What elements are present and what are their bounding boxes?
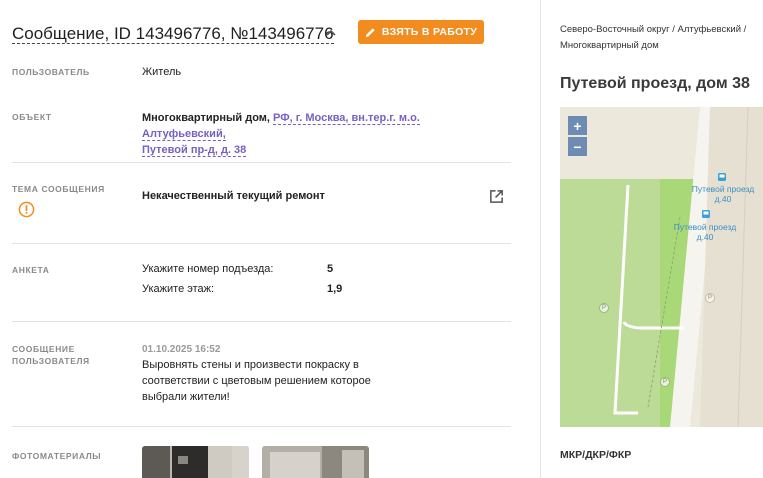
object-info-panel: Северо-Восточный округ / Алтуфьевский / … — [540, 0, 763, 478]
object-value: Многоквартирный дом, РФ, г. Москва, вн.т… — [142, 110, 502, 158]
message-date: 01.10.2025 16:52 — [142, 344, 221, 355]
message-title[interactable]: Сообщение, ID 143496776, №143496776 — [12, 24, 334, 44]
object-address-link-2[interactable]: Путевой пр-д, д. 38 — [142, 144, 247, 157]
message-label-line2: ПОЛЬЗОВАТЕЛЯ — [12, 356, 90, 366]
bus-stop-label: Путевой проезд д.40 — [667, 222, 743, 242]
survey-question: Укажите номер подъезда: — [142, 263, 274, 275]
take-to-work-label: ВЗЯТЬ В РАБОТУ — [381, 26, 478, 38]
survey-question: Укажите этаж: — [142, 283, 215, 295]
bus-stop-name: Путевой проезд — [691, 184, 755, 194]
topic-value: Некачественный текущий ремонт — [142, 190, 325, 202]
program-label: МКР/ДКР/ФКР — [560, 449, 632, 461]
bus-stop-icon[interactable] — [701, 209, 711, 219]
user-label: ПОЛЬЗОВАТЕЛЬ — [12, 67, 90, 77]
bus-stop-name: Путевой проезд — [673, 222, 737, 232]
divider — [12, 426, 511, 427]
zoom-in-button[interactable]: + — [568, 116, 587, 135]
parking-icon[interactable]: P — [660, 377, 670, 387]
bus-stop-label: Путевой проезд д.40 — [685, 184, 761, 204]
message-text: Выровнять стены и произвести покраску в … — [142, 359, 371, 403]
bus-stop-icon[interactable] — [717, 172, 727, 182]
zoom-out-button[interactable]: − — [568, 137, 587, 156]
bus-stop-house: д.40 — [714, 194, 732, 204]
parking-icon[interactable]: P — [705, 293, 715, 303]
message-panel: Сообщение, ID 143496776, №143496776 ВЗЯТ… — [0, 0, 540, 478]
object-title: Путевой проезд, дом 38 — [560, 75, 750, 92]
parking-icon[interactable]: P — [599, 303, 609, 313]
photo-thumbnail[interactable] — [142, 446, 249, 478]
message-label: СООБЩЕНИЕ ПОЛЬЗОВАТЕЛЯ — [12, 343, 90, 367]
divider — [12, 321, 511, 322]
object-label: ОБЪЕКТ — [12, 112, 52, 122]
map[interactable]: + − Путевой проезд д.40 Путевой проезд д… — [560, 107, 763, 427]
survey-label: АНКЕТА — [12, 265, 50, 275]
photo-image — [142, 446, 249, 478]
divider — [12, 162, 511, 163]
survey-answer: 5 — [327, 263, 334, 275]
photo-thumbnail[interactable] — [262, 446, 369, 478]
pencil-icon — [365, 27, 375, 37]
divider — [12, 243, 511, 244]
object-type: Многоквартирный дом, — [142, 112, 270, 124]
user-value: Житель — [142, 66, 182, 78]
photo-image — [262, 446, 369, 478]
survey-answer: 1,9 — [327, 283, 343, 295]
open-external-icon[interactable] — [488, 188, 505, 205]
chevron-up-icon[interactable] — [322, 24, 340, 42]
take-to-work-button[interactable]: ВЗЯТЬ В РАБОТУ — [358, 20, 484, 44]
warning-icon — [18, 201, 35, 218]
message-label-line1: СООБЩЕНИЕ — [12, 344, 75, 354]
bus-stop-house: д.40 — [696, 232, 714, 242]
topic-label: ТЕМА СООБЩЕНИЯ — [12, 184, 105, 194]
photos-label: ФОТОМАТЕРИАЛЫ — [12, 451, 102, 461]
breadcrumb: Северо-Восточный округ / Алтуфьевский / … — [560, 24, 747, 51]
